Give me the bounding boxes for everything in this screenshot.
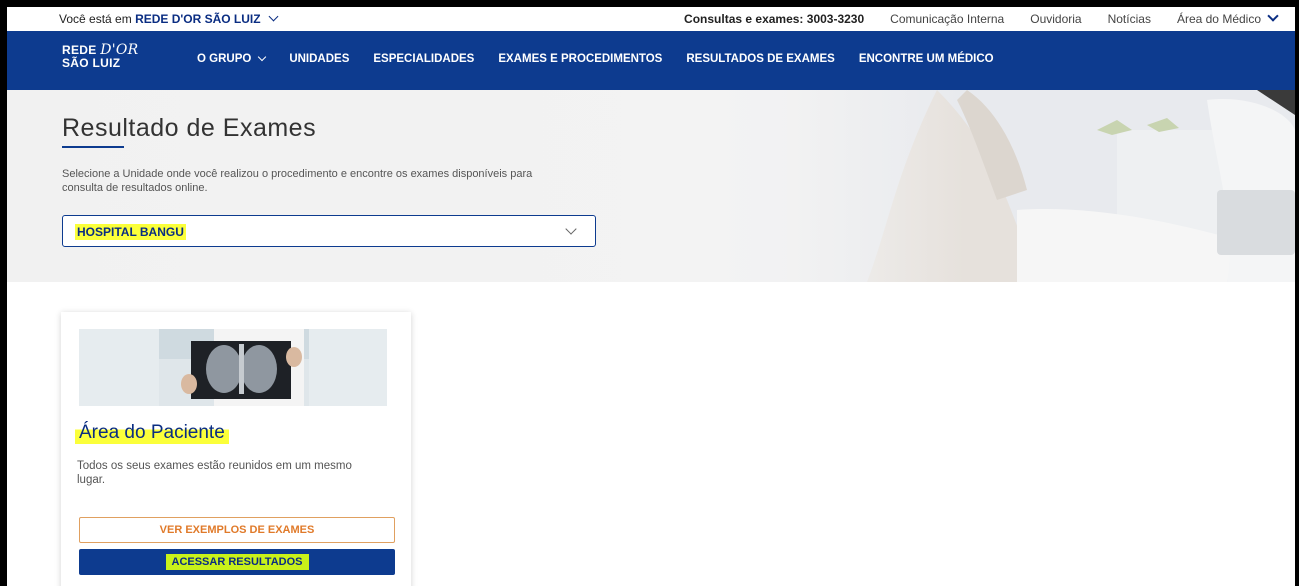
nav-item-resultados[interactable]: RESULTADOS DE EXAMES [686,53,834,65]
lungs-xray-image [79,329,387,406]
page-description: Selecione a Unidade onde você realizou o… [62,168,533,194]
see-exam-examples-button[interactable]: VER EXEMPLOS DE EXAMES [79,517,395,543]
nav-item-label: O GRUPO [197,53,252,65]
access-results-label: ACESSAR RESULTADOS [165,554,309,570]
patient-area-card: Área do Paciente Todos os seus exames es… [61,312,411,586]
page-title: Resultado de Exames [62,114,317,142]
internal-comm-link[interactable]: Comunicação Interna [890,12,1004,26]
nav-item-encontre-medico[interactable]: ENCONTRE UM MÉDICO [859,53,994,65]
access-results-button[interactable]: ACESSAR RESULTADOS [79,549,395,575]
location-prefix: Você está em [59,12,132,26]
phone-link[interactable]: Consultas e exames: 3003-3230 [684,12,864,26]
unit-select-value: HOSPITAL BANGU [75,224,186,240]
nav-item-exames[interactable]: EXAMES E PROCEDIMENTOS [498,53,662,65]
nav-item-especialidades[interactable]: ESPECIALIDADES [373,53,474,65]
logo-sao-luiz: SÃO LUIZ [62,56,121,70]
location-name: REDE D'OR SÃO LUIZ [135,12,261,26]
unit-select[interactable]: HOSPITAL BANGU [62,215,596,247]
browser-page: Você está em REDE D'OR SÃO LUIZ Consulta… [7,7,1295,586]
doctor-area-label: Área do Médico [1176,12,1261,26]
logo[interactable]: REDE D'OR SÃO LUIZ [62,43,138,70]
chevron-down-icon [1267,10,1279,22]
card-title: Área do Paciente [75,422,229,444]
card-description: Todos os seus exames estão reunidos em u… [77,460,352,486]
chevron-down-icon [258,52,267,62]
nav-item-o-grupo[interactable]: O GRUPO [197,52,267,65]
hero-section: Resultado de Exames Selecione a Unidade … [7,90,1295,282]
main-navbar: REDE D'OR SÃO LUIZ O GRUPO UNIDADES ESPE… [7,31,1295,90]
ombudsman-link[interactable]: Ouvidoria [1030,12,1081,26]
logo-rede: REDE [62,43,101,57]
doctor-photo [787,90,1295,282]
chevron-down-icon [565,223,577,235]
utility-links: Consultas e exames: 3003-3230 Comunicaçã… [684,10,1279,26]
doctor-area-link[interactable]: Área do Médico [1176,10,1279,26]
location-selector[interactable]: Você está em REDE D'OR SÃO LUIZ [59,11,279,26]
nav-menu: O GRUPO UNIDADES ESPECIALIDADES EXAMES E… [197,52,994,65]
title-underline [62,146,124,148]
news-link[interactable]: Notícias [1108,12,1151,26]
nav-item-unidades[interactable]: UNIDADES [289,53,349,65]
top-utility-bar: Você está em REDE D'OR SÃO LUIZ Consulta… [7,7,1295,31]
chevron-down-icon [268,11,279,22]
